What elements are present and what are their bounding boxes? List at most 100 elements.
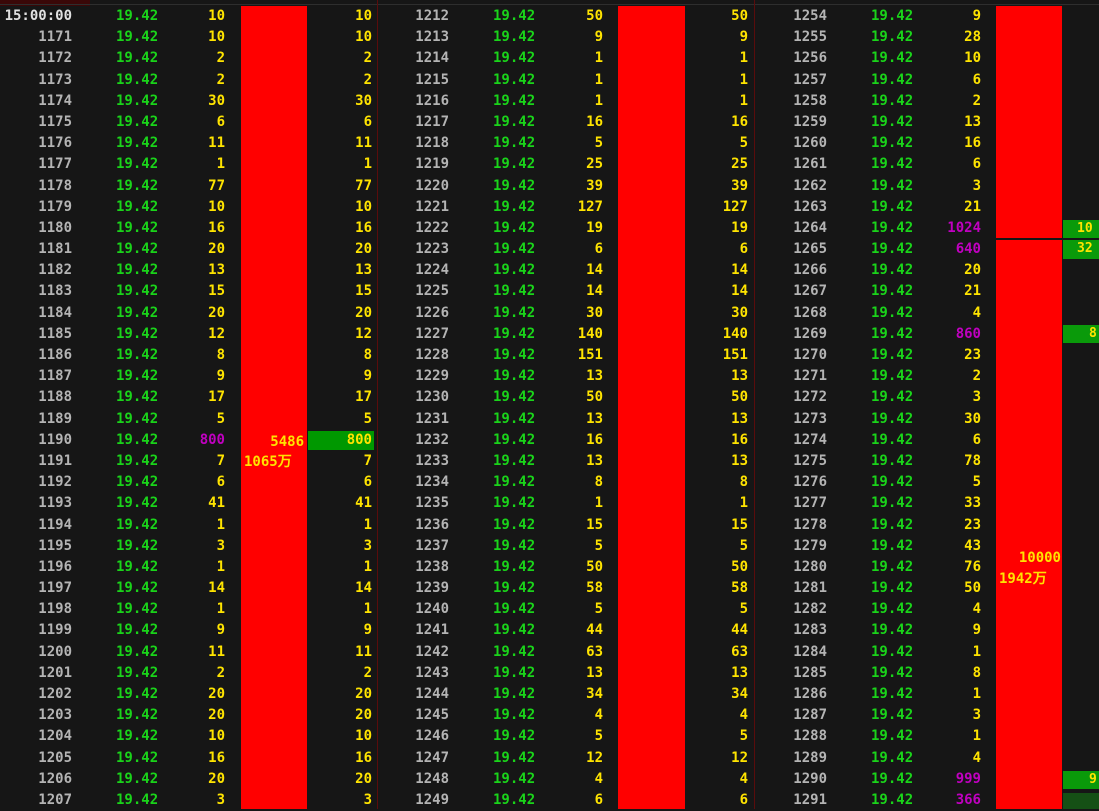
trade-price: 19.42 — [871, 50, 914, 67]
sequence-number: 1281 — [793, 580, 827, 597]
trade-volume: 3 — [216, 791, 225, 808]
right-volume: 2 — [363, 71, 372, 88]
right-volume: 20 — [355, 241, 372, 258]
sequence-number: 1257 — [793, 71, 827, 88]
sequence-number: 1222 — [415, 219, 449, 236]
summary-shares: 10000 — [1018, 550, 1061, 566]
sequence-number: 1255 — [793, 29, 827, 46]
sequence-number: 1256 — [793, 50, 827, 67]
trade-price: 19.42 — [871, 643, 914, 660]
trade-price: 19.42 — [116, 8, 159, 24]
sequence-number: 1231 — [415, 410, 449, 427]
trade-price: 19.42 — [116, 474, 159, 491]
trade-price: 19.42 — [116, 92, 159, 109]
trade-volume: 1 — [594, 71, 603, 88]
trade-volume: 15 — [586, 516, 603, 533]
trade-price: 19.42 — [871, 452, 914, 469]
trade-price: 19.42 — [493, 431, 536, 448]
sequence-number: 1221 — [415, 198, 449, 215]
sequence-number: 1224 — [415, 262, 449, 279]
sequence-number: 1236 — [415, 516, 449, 533]
trade-price: 19.42 — [871, 325, 914, 342]
sequence-number: 1291 — [793, 791, 827, 808]
right-volume: 41 — [355, 495, 372, 512]
trade-price: 19.42 — [493, 707, 536, 724]
right-volume: 6 — [739, 791, 748, 808]
trade-price: 19.42 — [871, 156, 914, 173]
sequence-number: 1258 — [793, 92, 827, 109]
sequence-number: 1262 — [793, 177, 827, 194]
sequence-number: 1218 — [415, 135, 449, 152]
sequence-number: 1261 — [793, 156, 827, 173]
trade-price: 19.42 — [493, 241, 536, 258]
sequence-number: 1172 — [38, 50, 72, 67]
trade-volume: 34 — [586, 686, 603, 702]
trade-volume: 16 — [208, 749, 225, 766]
sequence-number: 1197 — [38, 580, 72, 597]
trade-price: 19.42 — [116, 50, 159, 67]
right-volume: 50 — [731, 389, 748, 406]
trade-price: 19.42 — [116, 728, 159, 745]
right-volume: 25 — [731, 156, 748, 173]
trade-volume: 13 — [586, 410, 603, 427]
sequence-number: 1175 — [38, 113, 72, 130]
right-volume: 16 — [355, 219, 372, 236]
sequence-number: 1202 — [38, 686, 72, 702]
trade-price: 19.42 — [493, 601, 536, 618]
trade-price: 19.42 — [871, 135, 914, 152]
trade-volume: 41 — [208, 495, 225, 512]
sequence-number: 1189 — [38, 410, 72, 427]
sequence-number: 1217 — [415, 113, 449, 130]
trade-volume: 800 — [199, 431, 225, 448]
sequence-number: 1244 — [415, 686, 449, 702]
trade-price: 19.42 — [116, 368, 159, 385]
trade-price: 19.42 — [493, 71, 536, 88]
sequence-number: 1228 — [415, 347, 449, 363]
sequence-number: 1245 — [415, 707, 449, 724]
trade-volume: 76 — [964, 558, 981, 575]
trade-volume: 20 — [208, 707, 225, 724]
right-volume: 6 — [363, 113, 372, 130]
volume-bar — [996, 6, 1062, 238]
right-volume: 13 — [731, 368, 748, 385]
right-volume: 14 — [731, 283, 748, 300]
trade-volume: 1 — [216, 601, 225, 618]
sequence-number: 1287 — [793, 707, 827, 724]
trade-volume: 13 — [208, 262, 225, 279]
right-volume: 20 — [355, 304, 372, 321]
trade-volume: 2 — [972, 368, 981, 385]
trade-volume: 14 — [208, 580, 225, 597]
sequence-number: 1273 — [793, 410, 827, 427]
right-volume: 14 — [731, 262, 748, 279]
trade-volume: 3 — [216, 537, 225, 554]
sequence-number: 1178 — [38, 177, 72, 194]
trade-volume: 6 — [972, 71, 981, 88]
trade-price: 19.42 — [116, 686, 159, 702]
trade-price: 19.42 — [871, 558, 914, 575]
trade-price: 19.42 — [493, 113, 536, 130]
trade-price: 19.42 — [116, 198, 159, 215]
right-volume: 13 — [355, 262, 372, 279]
right-volume: 34 — [731, 686, 748, 702]
trade-volume: 2 — [216, 50, 225, 67]
trade-volume: 16 — [586, 431, 603, 448]
trade-price: 19.42 — [493, 135, 536, 152]
trade-volume: 3 — [972, 707, 981, 724]
trade-price: 19.42 — [116, 452, 159, 469]
trade-volume: 4 — [594, 707, 603, 724]
trade-price: 19.42 — [116, 113, 159, 130]
trade-volume: 78 — [964, 452, 981, 469]
trade-volume: 5 — [594, 601, 603, 618]
sequence-number: 1279 — [793, 537, 827, 554]
trade-price: 19.42 — [871, 410, 914, 427]
right-volume: 10 — [355, 8, 372, 24]
sequence-number: 1185 — [38, 325, 72, 342]
sequence-number: 1275 — [793, 452, 827, 469]
trade-volume: 12 — [586, 749, 603, 766]
right-volume: 1 — [739, 92, 748, 109]
trade-price: 19.42 — [871, 368, 914, 385]
right-volume: 5 — [739, 537, 748, 554]
volume-bar — [996, 240, 1062, 809]
sequence-number: 1286 — [793, 686, 827, 702]
trade-volume: 2 — [216, 71, 225, 88]
